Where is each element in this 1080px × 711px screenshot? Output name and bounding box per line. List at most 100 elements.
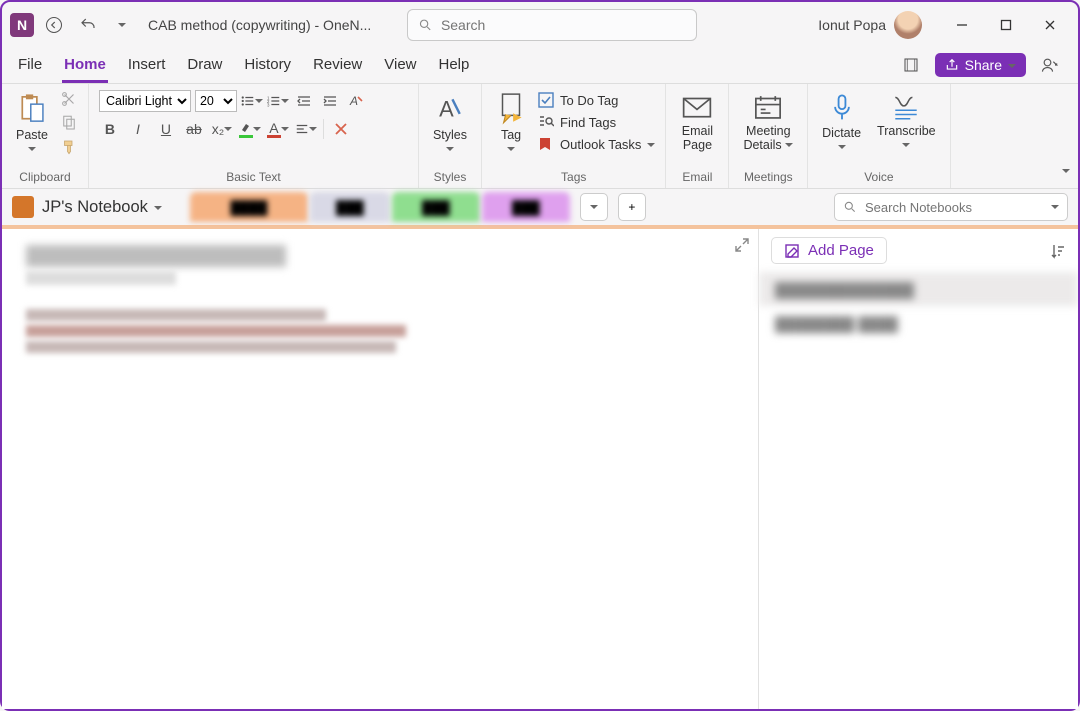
tag-button[interactable]: Tag — [492, 90, 530, 159]
ribbon-group-email-label: Email — [682, 170, 712, 186]
section-tab-3[interactable]: ███ — [392, 192, 480, 222]
dictate-label: Dictate — [822, 126, 861, 140]
ribbon-group-basic-text-label: Basic Text — [226, 170, 280, 186]
window-minimize-button[interactable] — [942, 9, 982, 41]
styles-label: Styles — [433, 128, 467, 142]
bold-button[interactable]: B — [99, 118, 121, 140]
note-title[interactable] — [26, 245, 286, 267]
section-tab-1[interactable]: ████ — [190, 192, 308, 222]
tag-label: Tag — [501, 128, 521, 142]
fullpage-view-button[interactable] — [897, 51, 925, 79]
account-username[interactable]: Ionut Popa — [818, 17, 886, 33]
find-tags-button[interactable]: Find Tags — [538, 112, 655, 132]
search-scope-dropdown[interactable] — [1051, 198, 1059, 216]
tab-view[interactable]: View — [382, 50, 418, 83]
search-icon — [418, 17, 433, 33]
decrease-indent-button[interactable] — [293, 90, 315, 112]
outlook-tasks-button[interactable]: Outlook Tasks — [538, 134, 655, 154]
svg-text:A: A — [349, 94, 358, 108]
strikethrough-button[interactable]: ab — [183, 118, 205, 140]
highlight-button[interactable] — [239, 118, 261, 140]
document-title: CAB method (copywriting) - OneN... — [148, 17, 371, 33]
title-bar: N CAB method (copywriting) - OneN... Ion… — [2, 2, 1078, 48]
underline-button[interactable]: U — [155, 118, 177, 140]
tab-draw[interactable]: Draw — [185, 50, 224, 83]
search-icon — [843, 200, 857, 214]
dictate-button[interactable]: Dictate — [818, 90, 865, 157]
delete-button[interactable] — [330, 118, 352, 140]
note-timestamp — [26, 271, 176, 285]
ribbon-group-clipboard-label: Clipboard — [19, 170, 70, 186]
note-body-line[interactable] — [26, 341, 396, 353]
increase-indent-button[interactable] — [319, 90, 341, 112]
tab-review[interactable]: Review — [311, 50, 364, 83]
note-canvas[interactable] — [2, 229, 758, 709]
section-tab-2[interactable]: ███ — [310, 192, 390, 222]
comments-button[interactable] — [1036, 51, 1064, 79]
page-list-item[interactable]: ████████ ████ — [759, 306, 1078, 340]
global-search-box[interactable] — [407, 9, 697, 41]
share-button[interactable]: Share — [935, 53, 1026, 77]
sort-pages-button[interactable] — [1050, 243, 1066, 259]
undo-button[interactable] — [74, 11, 102, 39]
numbering-button[interactable]: 123 — [267, 90, 289, 112]
notebook-search-box[interactable] — [834, 193, 1068, 221]
ribbon-group-tags: Tag To Do Tag Find Tags Outlook Tasks Ta… — [482, 84, 666, 188]
ribbon-group-basic-text: Calibri Light 20 123 A B I U ab x₂ A — [89, 84, 419, 188]
copy-icon[interactable] — [60, 114, 78, 132]
align-button[interactable] — [295, 118, 317, 140]
fullscreen-icon[interactable] — [734, 237, 750, 253]
clear-formatting-button[interactable]: A — [345, 90, 367, 112]
font-size-select[interactable]: 20 — [195, 90, 237, 112]
svg-text:3: 3 — [267, 102, 270, 107]
sections-overflow-button[interactable] — [580, 193, 608, 221]
section-tabs: ████ ███ ███ ███ — [190, 192, 570, 222]
onenote-app-icon: N — [10, 13, 34, 37]
global-search-input[interactable] — [441, 17, 686, 33]
bullets-button[interactable] — [241, 90, 263, 112]
notebook-selector[interactable]: JP's Notebook — [42, 198, 162, 217]
tab-help[interactable]: Help — [437, 50, 472, 83]
ribbon-group-styles-label: Styles — [434, 170, 467, 186]
tab-history[interactable]: History — [242, 50, 293, 83]
paste-button[interactable]: Paste — [12, 90, 52, 159]
tab-insert[interactable]: Insert — [126, 50, 168, 83]
styles-button[interactable]: A Styles — [429, 90, 471, 159]
back-button[interactable] — [40, 11, 68, 39]
transcribe-button[interactable]: Transcribe — [873, 90, 940, 155]
notebook-search-input[interactable] — [865, 200, 1043, 215]
todo-tag-button[interactable]: To Do Tag — [538, 90, 655, 110]
email-page-button[interactable]: EmailPage — [676, 90, 718, 155]
add-section-button[interactable]: + — [618, 193, 646, 221]
share-label: Share — [965, 57, 1002, 73]
font-color-button[interactable]: A — [267, 118, 289, 140]
window-maximize-button[interactable] — [986, 9, 1026, 41]
page-list-panel: Add Page ██████████████ ████████ ████ — [758, 229, 1078, 709]
tab-home[interactable]: Home — [62, 50, 108, 83]
ribbon-group-email: EmailPage Email — [666, 84, 729, 188]
note-body-line[interactable] — [26, 325, 406, 337]
font-family-select[interactable]: Calibri Light — [99, 90, 191, 112]
meeting-details-button[interactable]: MeetingDetails — [739, 90, 797, 155]
add-page-button[interactable]: Add Page — [771, 237, 887, 264]
ribbon: Paste Clipboard Calibri Light 20 123 A B — [2, 84, 1078, 189]
paste-label: Paste — [16, 128, 48, 142]
ribbon-collapse-button[interactable] — [1062, 162, 1070, 180]
tab-file[interactable]: File — [16, 50, 44, 83]
ribbon-group-voice-label: Voice — [864, 170, 893, 186]
format-painter-icon[interactable] — [60, 138, 78, 156]
notebook-icon — [12, 196, 34, 218]
cut-icon[interactable] — [60, 90, 78, 108]
window-close-button[interactable] — [1030, 9, 1070, 41]
subscript-button[interactable]: x₂ — [211, 118, 233, 140]
page-list-item[interactable]: ██████████████ — [759, 272, 1078, 306]
menu-bar: File Home Insert Draw History Review Vie… — [2, 48, 1078, 84]
ribbon-group-meetings-label: Meetings — [744, 170, 793, 186]
notebook-bar: JP's Notebook ████ ███ ███ ███ + — [2, 189, 1078, 225]
qat-customize-dropdown[interactable] — [108, 11, 136, 39]
section-tab-4[interactable]: ███ — [482, 192, 570, 222]
italic-button[interactable]: I — [127, 118, 149, 140]
account-avatar[interactable] — [894, 11, 922, 39]
ribbon-group-clipboard: Paste Clipboard — [2, 84, 89, 188]
note-body-line[interactable] — [26, 309, 326, 321]
